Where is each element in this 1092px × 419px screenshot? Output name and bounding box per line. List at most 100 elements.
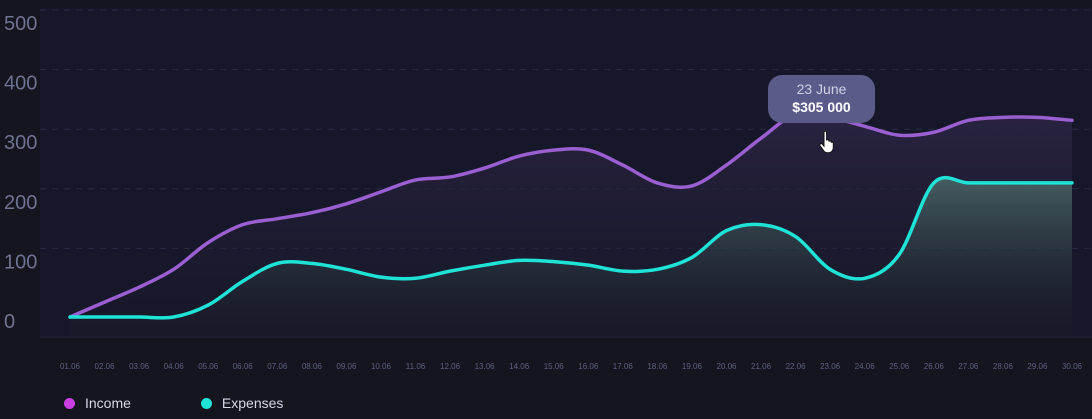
expenses-point[interactable] (759, 223, 763, 227)
x-tick-label: 14.06 (509, 362, 530, 371)
income-point[interactable] (966, 118, 970, 122)
expenses-point[interactable] (310, 261, 314, 265)
expenses-point[interactable] (448, 269, 452, 273)
income-point[interactable] (621, 163, 625, 167)
income-point[interactable] (759, 136, 763, 140)
expenses-point[interactable] (1070, 181, 1074, 185)
income-point[interactable] (897, 133, 901, 137)
expenses-point[interactable] (206, 303, 210, 307)
y-tick-label: 100 (4, 251, 37, 273)
expenses-point[interactable] (517, 258, 521, 262)
x-tick-label: 16.06 (578, 362, 599, 371)
x-tick-label: 25.06 (889, 362, 910, 371)
expenses-point[interactable] (344, 267, 348, 271)
x-tick-label: 05.06 (198, 362, 219, 371)
income-point[interactable] (241, 223, 245, 227)
legend-label-income: Income (85, 395, 131, 411)
expenses-point[interactable] (863, 276, 867, 280)
expenses-point[interactable] (897, 252, 901, 256)
chart-legend: Income Expenses (64, 395, 283, 411)
income-point[interactable] (414, 178, 418, 182)
x-tick-label: 15.06 (544, 362, 565, 371)
income-point[interactable] (344, 202, 348, 206)
income-point[interactable] (932, 130, 936, 134)
x-tick-label: 17.06 (613, 362, 634, 371)
income-point[interactable] (863, 124, 867, 128)
expenses-point[interactable] (1001, 181, 1005, 185)
legend-dot-expenses (200, 397, 212, 409)
expenses-point[interactable] (621, 269, 625, 273)
y-tick-label: 200 (4, 192, 37, 214)
expenses-point[interactable] (552, 260, 556, 264)
expenses-point[interactable] (414, 276, 418, 280)
expenses-point[interactable] (275, 261, 279, 265)
expenses-point[interactable] (655, 267, 659, 271)
income-point[interactable] (1070, 118, 1074, 122)
expenses-point[interactable] (68, 315, 72, 319)
income-point[interactable] (586, 148, 590, 152)
expenses-point[interactable] (932, 181, 936, 185)
expenses-point[interactable] (828, 267, 832, 271)
income-point[interactable] (1035, 115, 1039, 119)
income-point[interactable] (483, 166, 487, 170)
income-point[interactable] (690, 184, 694, 188)
x-tick-label: 07.06 (267, 362, 288, 371)
income-point[interactable] (379, 190, 383, 194)
x-tick-label: 09.06 (336, 362, 357, 371)
expenses-point[interactable] (1035, 181, 1039, 185)
x-tick-label: 12.06 (440, 362, 461, 371)
income-point[interactable] (206, 241, 210, 245)
income-point[interactable] (275, 217, 279, 221)
expenses-point[interactable] (379, 275, 383, 279)
x-tick-label: 26.06 (924, 362, 945, 371)
income-point[interactable] (103, 300, 107, 304)
y-tick-label: 400 (4, 73, 37, 95)
expenses-point[interactable] (241, 279, 245, 283)
expenses-point[interactable] (724, 229, 728, 233)
legend-item-income[interactable]: Income (64, 395, 131, 411)
x-tick-label: 30.06 (1062, 362, 1083, 371)
x-tick-label: 03.06 (129, 362, 150, 371)
expenses-point[interactable] (966, 181, 970, 185)
expenses-point[interactable] (137, 315, 141, 319)
income-point[interactable] (1001, 115, 1005, 119)
x-tick-label: 18.06 (647, 362, 668, 371)
x-tick-label: 11.06 (406, 362, 426, 371)
expenses-point[interactable] (690, 255, 694, 259)
income-point[interactable] (448, 175, 452, 179)
income-point[interactable] (517, 154, 521, 158)
area-chart: 0 100 200 300 400 500 01.06 02.06 03.06 04.06 05.0… (4, 8, 1092, 371)
x-tick-label: 23.06 (820, 362, 841, 371)
income-point[interactable] (172, 267, 176, 271)
expenses-point[interactable] (103, 315, 107, 319)
x-tick-label: 08.06 (302, 362, 323, 371)
x-tick-label: 20.06 (716, 362, 737, 371)
income-point[interactable] (655, 181, 659, 185)
x-tick-label: 06.06 (233, 362, 254, 371)
x-tick-label: 28.06 (993, 362, 1014, 371)
expenses-point[interactable] (794, 235, 798, 239)
legend-item-expenses[interactable]: Expenses (200, 395, 284, 411)
legend-label-expenses: Expenses (221, 395, 284, 411)
tooltip-date: 23 June (796, 81, 847, 97)
y-tick-label: 300 (4, 132, 37, 154)
x-tick-label: 27.06 (958, 362, 979, 371)
income-point[interactable] (137, 285, 141, 289)
x-tick-label: 19.06 (682, 362, 703, 371)
expenses-point[interactable] (483, 263, 487, 267)
x-tick-label: 04.06 (164, 362, 185, 371)
y-tick-label: 0 (4, 311, 15, 333)
y-tick-label: 500 (4, 13, 37, 35)
income-point[interactable] (724, 163, 728, 167)
expenses-point[interactable] (586, 263, 590, 267)
income-point[interactable] (552, 148, 556, 152)
x-tick-label: 21.06 (751, 362, 772, 371)
legend-dot-income (64, 397, 75, 409)
chart-tooltip: 23 June $305 000 (768, 75, 875, 123)
x-tick-label: 24.06 (855, 362, 876, 371)
income-point[interactable] (310, 211, 314, 215)
pointer-hand-icon (819, 131, 834, 153)
x-tick-label: 22.06 (786, 362, 807, 371)
expenses-point[interactable] (172, 315, 176, 319)
x-tick-label: 02.06 (95, 362, 116, 371)
